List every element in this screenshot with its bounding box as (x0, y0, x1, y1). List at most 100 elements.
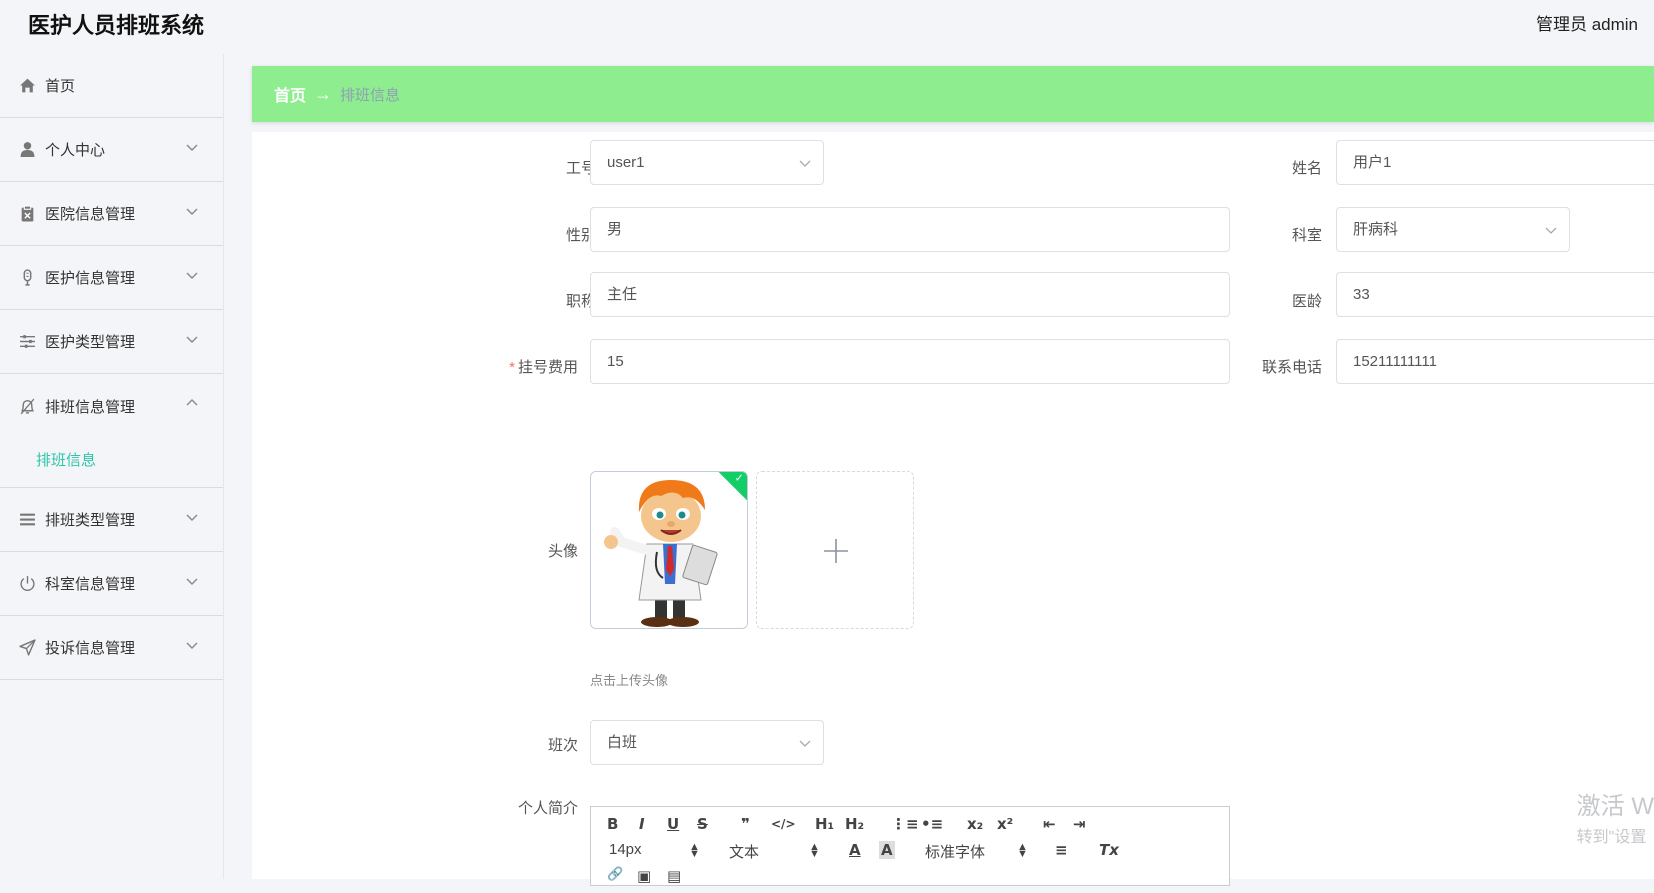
guahao-label: * 挂号费用 (488, 356, 578, 377)
sidebar-item-label: 医护信息管理 (45, 270, 136, 287)
font-size-select[interactable]: 14px (609, 841, 642, 858)
italic-button[interactable]: I (639, 815, 645, 833)
plus-icon (824, 539, 848, 563)
sidebar-item-complaint-info[interactable]: 投诉信息管理 (0, 616, 223, 680)
sidebar-item-hospital-info[interactable]: 医院信息管理 (0, 182, 223, 246)
sidebar-item-personal-center[interactable]: 个人中心 (0, 118, 223, 182)
power-icon (18, 575, 36, 593)
yiling-input[interactable]: 33 (1336, 272, 1654, 317)
guahao-input[interactable]: 15 (590, 339, 1230, 384)
indent-button[interactable]: ⇥ (1073, 815, 1086, 833)
watermark-line-2: 转到"设置 (1576, 829, 1647, 846)
updown-icon: ▲ ▼ (689, 841, 700, 860)
sidebar-item-medical-staff-info[interactable]: 医护信息管理 (0, 246, 223, 310)
sidebar-item-department-info[interactable]: 科室信息管理 (0, 552, 223, 616)
background-color-button[interactable]: A (879, 841, 895, 859)
ordered-list-button[interactable]: ⋮≡ (891, 815, 919, 833)
app-title: 医护人员排班系统 (28, 13, 205, 38)
editor-toolbar-row-2: 14px ▲ ▼ 文本 ▲ ▼ A A 标准字体 ▲ ▼ ≡ Tx (591, 841, 1229, 867)
main-content: 首页 → 排班信息 工号 user1 姓名 用户1 性别 男 科室 肝病科 职称… (252, 66, 1654, 886)
text-format-select[interactable]: 文本 (729, 841, 759, 862)
banci-select[interactable]: 白班 (590, 720, 824, 765)
breadcrumb-separator: → (314, 83, 333, 104)
yiling-label: 医龄 (1291, 293, 1322, 310)
sidebar-subitem-schedule-info[interactable]: 排班信息 (0, 432, 223, 488)
bell-off-icon (18, 397, 36, 415)
user-icon (18, 141, 36, 159)
sidebar-item-schedule-type[interactable]: 排班类型管理 (0, 488, 223, 552)
align-button[interactable]: ≡ (1055, 841, 1068, 859)
doctor-avatar-image (591, 472, 747, 628)
send-icon (18, 639, 36, 657)
upload-hint: 点击上传头像 (590, 673, 669, 688)
editor-toolbar-row-3: 🔗 ▣ ▤ (591, 867, 1229, 893)
xingbie-label: 性别 (565, 227, 596, 244)
superscript-button[interactable]: x² (997, 815, 1013, 833)
schedule-form: 工号 user1 姓名 用户1 性别 男 科室 肝病科 职称 主任 医龄 33 … (252, 132, 1654, 886)
xingming-input[interactable]: 用户1 (1336, 140, 1654, 185)
touxiang-label: 头像 (547, 543, 578, 560)
bold-button[interactable]: B (607, 815, 618, 833)
sidebar-item-label: 排班信息管理 (45, 398, 136, 416)
windows-activation-watermark: 激活 W 转到"设置 (1577, 786, 1654, 847)
avatar-upload-button[interactable] (756, 471, 914, 629)
top-bar: 医护人员排班系统 管理员 admin (0, 0, 1654, 44)
chevron-down-icon (186, 272, 198, 279)
dianhua-input[interactable]: 15211111111 (1336, 339, 1654, 384)
breadcrumb-home[interactable]: 首页 (274, 82, 306, 106)
breadcrumb: 首页 → 排班信息 (252, 66, 1654, 122)
zhicheng-input[interactable]: 主任 (590, 272, 1230, 317)
thermometer-icon (18, 269, 36, 287)
bullet-list-button[interactable]: •≡ (921, 815, 943, 833)
sidebar-subitem-label: 排班信息 (36, 452, 97, 469)
chevron-up-icon (186, 399, 198, 406)
chevron-down-icon (186, 144, 198, 151)
font-family-select[interactable]: 标准字体 (925, 841, 985, 862)
banci-value: 白班 (607, 734, 638, 751)
h2-button[interactable]: H₂ (845, 815, 864, 833)
sidebar-item-label: 科室信息管理 (45, 576, 136, 593)
gonghao-select[interactable]: user1 (590, 140, 824, 185)
editor-toolbar-row-1: B I U S ❞ </> H₁ H₂ ⋮≡ •≡ x₂ x² ⇤ ⇥ (591, 815, 1229, 841)
clipboard-icon (18, 205, 36, 223)
chevron-down-icon (186, 642, 198, 649)
zhicheng-label: 职称 (565, 293, 596, 310)
chevron-down-icon (799, 160, 811, 167)
gonghao-label: 工号 (565, 160, 596, 177)
guahao-label-text: 挂号费用 (517, 359, 578, 376)
sidebar-item-label: 医护类型管理 (45, 334, 136, 351)
xingbie-input[interactable]: 男 (590, 207, 1230, 252)
outdent-button[interactable]: ⇤ (1043, 815, 1056, 833)
quote-button[interactable]: ❞ (741, 815, 750, 833)
sidebar-item-label: 投诉信息管理 (45, 640, 136, 657)
avatar-preview[interactable]: ✓ (590, 471, 748, 629)
code-button[interactable]: </> (771, 817, 796, 831)
subscript-button[interactable]: x₂ (967, 815, 983, 833)
home-icon (18, 77, 36, 95)
font-color-button[interactable]: A (849, 841, 861, 859)
rich-text-editor[interactable]: B I U S ❞ </> H₁ H₂ ⋮≡ •≡ x₂ x² ⇤ ⇥ 14px… (590, 806, 1230, 886)
image-button[interactable]: ▣ (637, 867, 651, 885)
keshi-select[interactable]: 肝病科 (1336, 207, 1570, 252)
sidebar-item-label: 个人中心 (45, 142, 106, 159)
sidebar-item-schedule-info[interactable]: 排班信息管理 (0, 374, 223, 438)
h1-button[interactable]: H₁ (815, 815, 834, 833)
link-button[interactable]: 🔗 (607, 867, 623, 882)
sidebar-item-medical-staff-type[interactable]: 医护类型管理 (0, 310, 223, 374)
watermark-line-1: 激活 W (1576, 793, 1654, 820)
clean-format-button[interactable]: Tx (1099, 841, 1119, 859)
chevron-down-icon (186, 514, 198, 521)
dianhua-label: 联系电话 (1261, 359, 1322, 376)
current-user[interactable]: 管理员 admin (1536, 10, 1638, 35)
sidebar: 首页 个人中心 医院信息管理 医护信息管理 医护类型管理 排班信息管理 排班信息… (0, 54, 224, 879)
xingming-label: 姓名 (1291, 160, 1322, 177)
sidebar-item-label: 医院信息管理 (45, 206, 136, 223)
strike-button[interactable]: S (697, 815, 708, 833)
list-icon (18, 511, 36, 529)
video-button[interactable]: ▤ (667, 867, 681, 885)
guahao-value: 15 (607, 353, 624, 370)
underline-button[interactable]: U (667, 815, 679, 833)
required-mark: * (509, 359, 515, 376)
sliders-icon (18, 333, 36, 351)
sidebar-item-home[interactable]: 首页 (0, 54, 223, 118)
